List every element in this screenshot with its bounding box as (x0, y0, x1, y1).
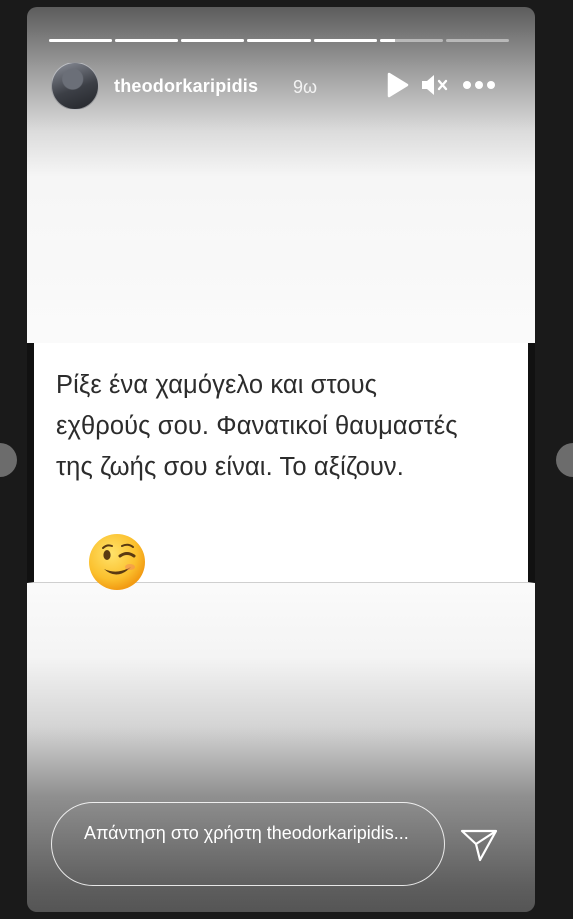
quote-line: της ζωής σου είναι. Το αξίζουν. (56, 453, 404, 481)
more-options-button[interactable] (461, 68, 497, 102)
story-header: theodorkaripidis 9ω (51, 62, 515, 110)
progress-segment (181, 39, 245, 42)
mute-button[interactable] (419, 68, 451, 102)
progress-fill (115, 39, 179, 42)
progress-segment (313, 39, 377, 42)
play-icon (387, 72, 409, 98)
progress-segment (115, 39, 179, 42)
speaker-muted-icon (422, 75, 448, 95)
progress-fill (181, 39, 245, 42)
play-button[interactable] (384, 68, 412, 102)
username[interactable]: theodorkaripidis (114, 76, 258, 97)
quote-line: εχθρούς σου. Φανατικοί θαυμαστές (56, 412, 458, 440)
reply-input[interactable]: Απάντηση στο χρήστη theodorkaripidis... (51, 802, 445, 886)
winking-face-emoji (89, 534, 145, 590)
more-options-icon (463, 81, 495, 89)
send-button[interactable] (459, 825, 499, 865)
progress-segment (247, 39, 311, 42)
progress-fill (247, 39, 311, 42)
user-avatar[interactable] (51, 62, 99, 110)
quote-text: Ρίξε ένα χαμόγελο και στους εχθρούς σου.… (56, 365, 516, 488)
progress-segment (379, 39, 443, 42)
story-progress-bar (49, 39, 509, 42)
story-viewer: theodorkaripidis 9ω Ρίξε ένα χαμόγελο κα… (27, 7, 535, 912)
send-icon (460, 829, 498, 862)
quote-line: Ρίξε ένα χαμόγελο και στους (56, 371, 378, 399)
progress-fill (49, 39, 113, 42)
story-image: Ρίξε ένα χαμόγελο και στους εχθρούς σου.… (27, 343, 535, 590)
reply-placeholder: Απάντηση στο χρήστη theodorkaripidis... (84, 823, 409, 843)
previous-story-button[interactable] (0, 443, 17, 477)
progress-segment (49, 39, 113, 42)
next-story-button[interactable] (556, 443, 573, 477)
progress-fill (313, 39, 377, 42)
progress-fill (379, 39, 395, 42)
story-timestamp: 9ω (293, 77, 318, 97)
progress-segment (445, 39, 509, 42)
